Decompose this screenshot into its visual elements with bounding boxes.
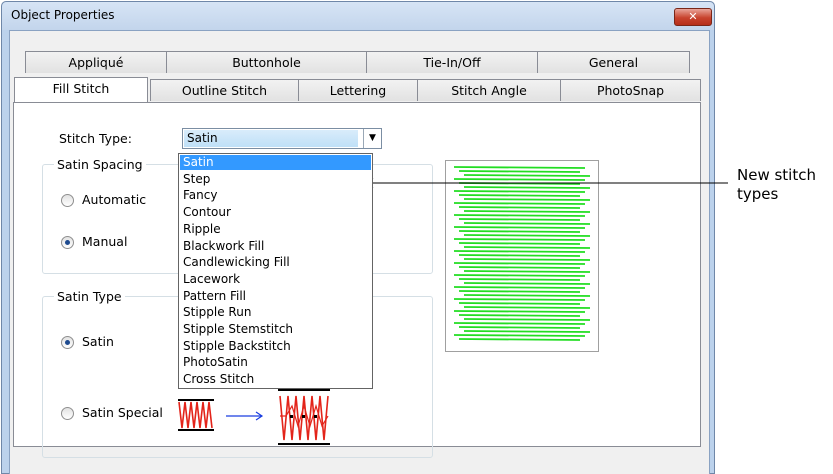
chevron-down-icon[interactable]: ▼ — [363, 129, 381, 148]
satin-special-label: Satin Special — [82, 405, 163, 420]
tab-lettering[interactable]: Lettering — [298, 79, 418, 101]
dropdown-option[interactable]: Contour — [180, 205, 371, 220]
dropdown-option[interactable]: Stipple Run — [180, 305, 371, 320]
close-icon: ✕ — [688, 10, 698, 23]
tab-fill-stitch[interactable]: Fill Stitch — [14, 77, 148, 102]
tab-label: Appliqué — [68, 55, 124, 70]
tab-outline-stitch[interactable]: Outline Stitch — [150, 79, 299, 101]
dropdown-option[interactable]: Blackwork Fill — [180, 239, 371, 254]
annotation-line-1: New stitch — [737, 166, 816, 184]
dropdown-option[interactable]: Step — [180, 172, 371, 187]
satin-spacing-label: Satin Spacing — [54, 157, 146, 172]
tab-label: Tie-In/Off — [423, 55, 481, 70]
annotation-text: New stitch types — [737, 166, 816, 204]
satin-stitch-sample — [178, 401, 213, 429]
annotation-arrow — [362, 177, 728, 189]
manual-label: Manual — [82, 234, 128, 249]
dropdown-option[interactable]: Candlewicking Fill — [180, 255, 371, 270]
annotation-line-2: types — [737, 185, 779, 203]
stitch-type-value: Satin — [184, 130, 358, 147]
tab-tie-in-off[interactable]: Tie-In/Off — [366, 51, 538, 73]
dropdown-option[interactable]: Satin — [180, 155, 371, 171]
close-button[interactable]: ✕ — [674, 8, 712, 26]
manual-radio[interactable] — [61, 236, 74, 249]
tab-label: Stitch Angle — [451, 83, 527, 98]
tab-stitch-angle[interactable]: Stitch Angle — [417, 79, 561, 101]
tab-label: General — [588, 55, 639, 70]
tab-label: Lettering — [329, 83, 387, 98]
tab-photosnap[interactable]: PhotoSnap — [560, 79, 701, 101]
satin-special-radio[interactable] — [61, 407, 74, 420]
dropdown-option[interactable]: Fancy — [180, 188, 371, 203]
stitch-type-label: Stitch Type: — [59, 131, 132, 146]
title-bar[interactable]: Object Properties ✕ — [2, 2, 714, 30]
tab-label: Fill Stitch — [52, 81, 110, 96]
satin-special-illustration — [178, 389, 330, 445]
stitch-type-dropdown-list[interactable]: Satin Step Fancy Contour Ripple Blackwork Fil… — [178, 153, 373, 389]
window-title: Object Properties — [11, 8, 115, 22]
dropdown-option[interactable]: Lacework — [180, 272, 371, 287]
dropdown-option[interactable]: Ripple — [180, 222, 371, 237]
dropdown-option[interactable]: Cross Stitch — [180, 372, 371, 387]
tab-general[interactable]: General — [537, 51, 690, 73]
tab-label: PhotoSnap — [596, 83, 665, 98]
dropdown-option[interactable]: Stipple Backstitch — [180, 339, 371, 354]
automatic-radio[interactable] — [61, 194, 74, 207]
satin-type-label: Satin Type — [54, 289, 125, 304]
tab-applique[interactable]: Appliqué — [25, 51, 167, 73]
dropdown-option[interactable]: PhotoSatin — [180, 355, 371, 370]
satin-radio-label: Satin — [82, 334, 114, 349]
blue-arrow — [226, 411, 264, 421]
satin-radio[interactable] — [61, 336, 74, 349]
automatic-label: Automatic — [82, 192, 147, 207]
tab-label: Outline Stitch — [181, 83, 268, 98]
tab-buttonhole[interactable]: Buttonhole — [166, 51, 367, 73]
stitch-type-combo[interactable]: Satin ▼ — [182, 128, 382, 149]
tab-label: Buttonhole — [232, 55, 301, 70]
dropdown-option[interactable]: Pattern Fill — [180, 289, 371, 304]
dropdown-option[interactable]: Stipple Stemstitch — [180, 322, 371, 337]
